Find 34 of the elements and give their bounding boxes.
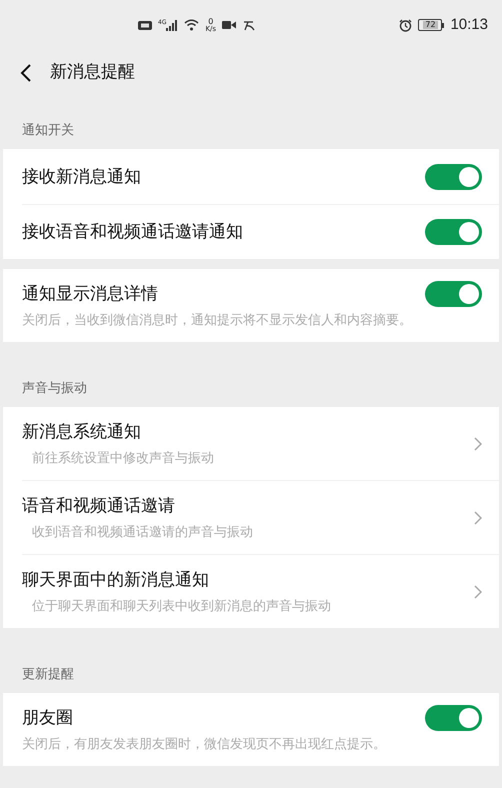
- setting-description: 关闭后，有朋友发表朋友圈时，微信发现页不再出现红点提示。: [22, 736, 387, 754]
- status-time: 10:13: [450, 14, 488, 35]
- back-icon: [20, 62, 32, 82]
- alarm-clock-icon: [399, 18, 412, 32]
- setting-description: 关闭后，当收到微信消息时，通知提示将不显示发信人和内容摘要。: [22, 312, 413, 330]
- setting-label: 语音和视频通话邀请: [22, 495, 175, 518]
- settings-row[interactable]: 语音和视频通话邀请 收到语音和视频通话邀请的声音与振动: [22, 480, 499, 554]
- chevron-right-icon: [474, 436, 482, 450]
- speed-value: 0: [208, 18, 214, 26]
- setting-label: 接收新消息通知: [22, 166, 141, 188]
- toggle-switch[interactable]: [425, 705, 482, 731]
- setting-label: 通知显示消息详情: [22, 283, 158, 306]
- video-camera-icon: [222, 21, 236, 29]
- chevron-right-icon: [474, 510, 482, 524]
- setting-label: 接收语音和视频通话邀请通知: [22, 221, 243, 244]
- toggle-switch[interactable]: [425, 281, 482, 307]
- toggle-switch[interactable]: [425, 164, 482, 190]
- setting-label: 聊天界面中的新消息通知: [22, 569, 209, 592]
- chevron-right-icon: [474, 584, 482, 598]
- section-header: 更新提醒: [22, 667, 74, 682]
- toggle-switch[interactable]: [425, 219, 482, 245]
- section-header: 通知开关: [22, 123, 74, 138]
- section-header: 声音与振动: [22, 381, 87, 396]
- setting-description: 前往系统设置中修改声音与振动: [31, 450, 215, 468]
- settings-row[interactable]: 聊天界面中的新消息通知 位于聊天界面和聊天列表中收到新消息的声音与振动: [22, 554, 499, 628]
- setting-label: 朋友圈: [22, 707, 73, 730]
- settings-row[interactable]: 新消息系统通知 前往系统设置中修改声音与振动: [22, 407, 499, 480]
- setting-description: 位于聊天界面和聊天列表中收到新消息的声音与振动: [31, 598, 332, 616]
- page-title: 新消息提醒: [50, 60, 135, 84]
- wifi-icon: [184, 19, 200, 31]
- setting-description: 收到语音和视频通话邀请的声音与振动: [31, 524, 254, 542]
- battery-level: 72: [423, 21, 438, 29]
- setting-label: 新消息系统通知: [22, 421, 141, 444]
- signal-icon: [166, 20, 178, 30]
